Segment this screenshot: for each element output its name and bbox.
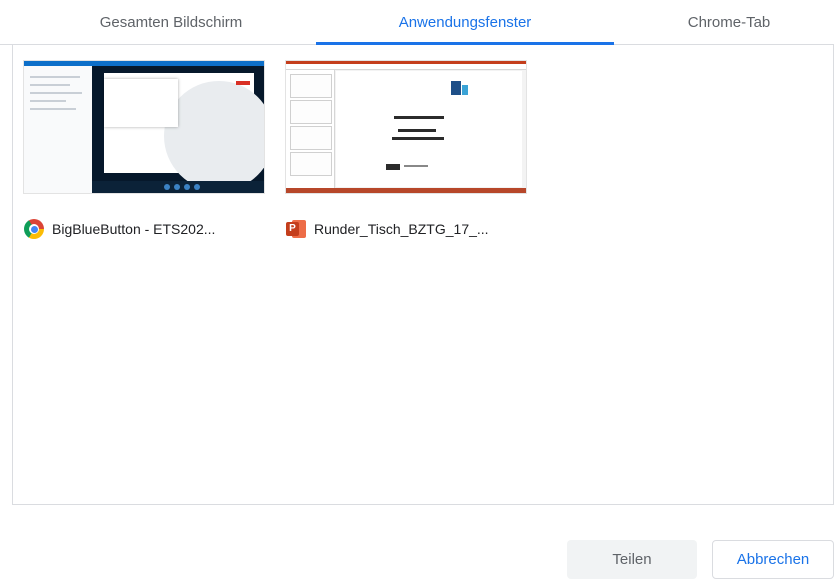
window-title: Runder_Tisch_BZTG_17_... bbox=[314, 221, 489, 237]
window-list-panel: BigBlueButton - ETS202... P Runder_Tisch… bbox=[12, 45, 834, 505]
window-title: BigBlueButton - ETS202... bbox=[52, 221, 216, 237]
window-thumbnail bbox=[286, 61, 526, 193]
window-source-bigbluebutton[interactable]: BigBlueButton - ETS202... bbox=[24, 61, 264, 242]
window-title-row: BigBlueButton - ETS202... bbox=[24, 216, 264, 242]
chrome-icon bbox=[24, 219, 44, 239]
window-title-row: P Runder_Tisch_BZTG_17_... bbox=[286, 216, 526, 242]
share-button[interactable]: Teilen bbox=[567, 540, 697, 579]
tab-chrome-tab[interactable]: Chrome-Tab bbox=[624, 0, 834, 44]
tab-entire-screen[interactable]: Gesamten Bildschirm bbox=[36, 0, 306, 44]
powerpoint-icon: P bbox=[286, 219, 306, 239]
cancel-button[interactable]: Abbrechen bbox=[712, 540, 834, 579]
tab-application-window[interactable]: Anwendungsfenster bbox=[316, 0, 614, 45]
source-tabs: Gesamten Bildschirm Anwendungsfenster Ch… bbox=[0, 0, 834, 45]
window-source-powerpoint[interactable]: P Runder_Tisch_BZTG_17_... bbox=[286, 61, 526, 242]
window-thumbnail bbox=[24, 61, 264, 193]
